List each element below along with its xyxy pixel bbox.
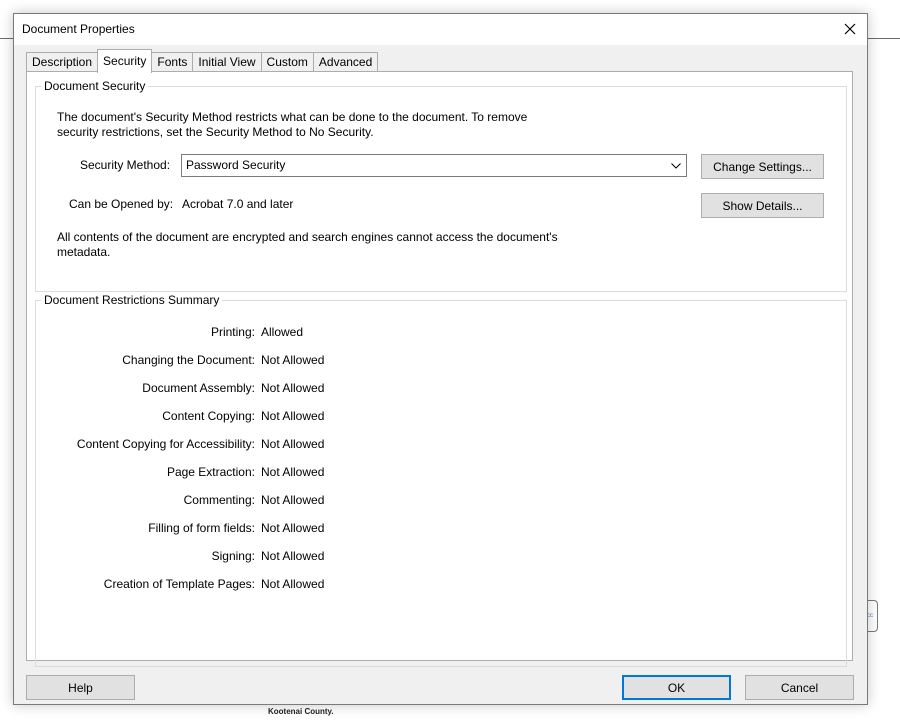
restriction-value: Not Allowed [261,577,325,591]
restriction-row-template-pages: Creation of Template Pages: Not Allowed [36,577,456,595]
restriction-row-accessibility: Content Copying for Accessibility: Not A… [36,437,456,455]
restriction-label: Document Assembly: [142,381,255,395]
restriction-label: Changing the Document: [122,353,255,367]
security-method-label: Security Method: [80,158,171,172]
restriction-value: Not Allowed [261,521,325,535]
ok-button[interactable]: OK [622,675,731,700]
dialog-title: Document Properties [22,22,135,36]
close-icon [844,23,856,35]
restriction-value: Not Allowed [261,493,325,507]
tab-description[interactable]: Description [26,52,99,72]
title-bar: Document Properties [14,14,867,45]
restriction-label: Content Copying: [162,409,255,423]
close-button[interactable] [835,15,865,43]
tab-strip: Description Security Fonts Initial View … [26,49,379,73]
encryption-notice-text: All contents of the document are encrypt… [57,230,558,259]
restriction-label: Page Extraction: [166,465,255,479]
restriction-value: Not Allowed [261,465,325,479]
document-restrictions-title: Document Restrictions Summary [44,293,220,307]
document-security-group: Document Security The document's Securit… [35,79,847,292]
document-properties-dialog: Document Properties Description Security… [13,13,868,705]
restriction-value: Allowed [261,325,304,339]
restriction-row-signing: Signing: Not Allowed [36,549,456,567]
restriction-label: Creation of Template Pages: [103,577,255,591]
restriction-value: Not Allowed [261,409,325,423]
security-tab-panel: Document Security The document's Securit… [26,71,853,667]
restriction-row-page-extraction: Page Extraction: Not Allowed [36,465,456,483]
restriction-label: Filling of form fields: [148,521,255,535]
restriction-label: Signing: [211,549,255,563]
restriction-row-commenting: Commenting: Not Allowed [36,493,456,511]
security-method-dropdown[interactable]: Password Security [181,154,687,177]
tab-fonts[interactable]: Fonts [151,52,194,72]
background-rule-left [0,38,14,39]
cancel-button[interactable]: Cancel [745,675,854,700]
restriction-label: Content Copying for Accessibility: [76,437,255,451]
restriction-value: Not Allowed [261,437,325,451]
security-method-value: Password Security [186,158,286,172]
help-button[interactable]: Help [26,675,135,700]
background-rule-right [868,38,900,39]
security-intro-text: The document's Security Method restricts… [57,110,528,139]
restriction-row-changing: Changing the Document: Not Allowed [36,353,456,371]
tab-initial-view[interactable]: Initial View [192,52,262,72]
tab-advanced[interactable]: Advanced [312,52,379,72]
change-settings-button[interactable]: Change Settings... [701,154,824,179]
restriction-value: Not Allowed [261,353,325,367]
restriction-row-form-filling: Filling of form fields: Not Allowed [36,521,456,539]
restriction-value: Not Allowed [261,381,325,395]
restriction-row-copying: Content Copying: Not Allowed [36,409,456,427]
chevron-down-icon [666,155,686,176]
tab-security[interactable]: Security [97,49,153,73]
restriction-row-assembly: Document Assembly: Not Allowed [36,381,456,399]
restriction-row-printing: Printing: Allowed [36,325,456,343]
restriction-label: Printing: [210,325,255,339]
restriction-label: Commenting: [183,493,255,507]
document-security-title: Document Security [44,79,146,93]
tab-custom[interactable]: Custom [260,52,314,72]
opened-by-value: Acrobat 7.0 and later [182,197,294,211]
show-details-button[interactable]: Show Details... [701,193,824,218]
background-caption: Kootenai County. [268,707,334,716]
restriction-value: Not Allowed [261,549,325,563]
opened-by-label: Can be Opened by: [69,197,174,211]
document-restrictions-group: Document Restrictions Summary Printing: … [35,293,847,667]
